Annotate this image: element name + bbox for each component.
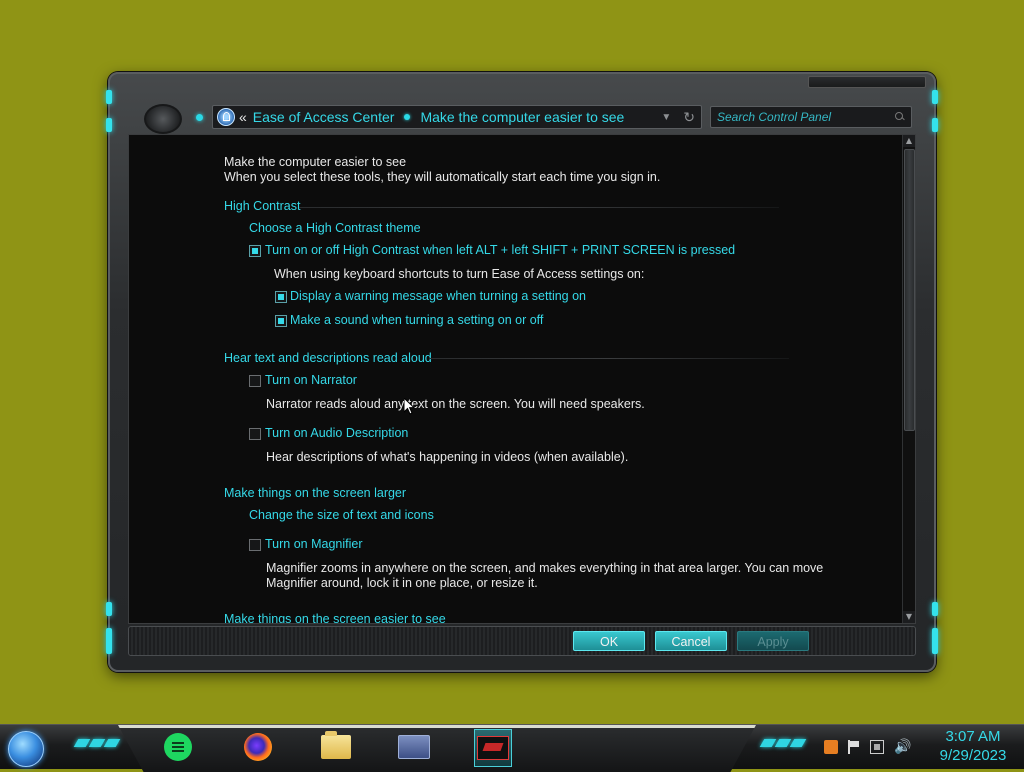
audio-description-label[interactable]: Turn on Audio Description [265,426,408,440]
clock-date: 9/29/2023 [939,747,1007,764]
chevron-down-icon[interactable]: ▼ [661,112,671,123]
page-subtitle: When you select these tools, they will a… [224,170,661,184]
breadcrumb-make-computer-easier-to-see[interactable]: Make the computer easier to see [420,109,624,125]
make-sound-checkbox[interactable] [275,315,287,327]
ok-button[interactable]: OK [573,631,645,651]
clock[interactable]: 3:07 AM 9/29/2023 [930,728,1016,766]
firefox-button[interactable] [240,729,276,765]
rim-accent [106,90,112,104]
nav-dot-icon[interactable] [196,114,203,121]
section-hear-text: Hear text and descriptions read aloud [224,351,432,365]
ease-of-access-icon [477,736,509,760]
clock-time: 3:07 AM [945,728,1001,745]
scroll-down-arrow-icon[interactable]: ▼ [903,611,915,623]
window-orb-icon [144,104,182,134]
section-divider [299,207,779,208]
section-larger: Make things on the screen larger [224,486,407,500]
control-panel-icon [217,108,235,126]
make-sound-label[interactable]: Make a sound when turning a setting on o… [290,313,543,327]
notification-icon[interactable] [824,740,838,754]
taskbar-accent-dots [759,739,807,751]
narrator-label[interactable]: Turn on Narrator [265,373,357,387]
action-center-flag-icon[interactable] [848,740,860,754]
chat-app-icon [164,733,192,761]
high-contrast-shortcut-checkbox[interactable] [249,245,261,257]
taskbar-app-strip [118,725,756,772]
ease-of-access-button[interactable] [474,729,512,767]
title-tab [808,76,926,88]
narrator-checkbox[interactable] [249,375,261,387]
chat-app-button[interactable] [160,729,196,765]
control-panel-button[interactable] [396,729,432,765]
magnifier-label[interactable]: Turn on Magnifier [265,537,363,551]
warning-message-checkbox[interactable] [275,291,287,303]
content-pane: Make the computer easier to see When you… [128,134,916,624]
firefox-icon [244,733,272,761]
taskbar-accent-dots [73,739,121,751]
file-explorer-icon [321,731,351,759]
rim-accent [106,118,112,132]
start-orb-icon[interactable] [8,731,44,767]
apply-button[interactable]: Apply [737,631,809,651]
control-panel-window: « Ease of Access Center Make the compute… [106,72,938,672]
audio-description-checkbox[interactable] [249,428,261,440]
double-chevron-left-icon[interactable]: « [239,109,247,125]
rim-accent [932,118,938,132]
volume-icon[interactable]: 🔊 [894,740,911,754]
page-title: Make the computer easier to see [224,155,407,169]
shortcut-note: When using keyboard shortcuts to turn Ea… [274,267,645,281]
breadcrumb-separator-icon [404,114,411,120]
search-input[interactable] [711,109,895,125]
choose-high-contrast-theme-link[interactable]: Choose a High Contrast theme [249,221,421,235]
section-easier-to-see: Make things on the screen easier to see [224,612,446,624]
system-tray: 🔊 [824,735,911,759]
rim-accent [106,628,112,654]
taskbar: 🔊 3:07 AM 9/29/2023 [0,724,1024,772]
magnifier-checkbox[interactable] [249,539,261,551]
magnifier-description-line-2: Magnifier around, lock it in one place, … [266,576,538,590]
scroll-thumb[interactable] [904,149,915,431]
vertical-scrollbar[interactable]: ▲ ▼ [902,135,915,623]
scroll-up-arrow-icon[interactable]: ▲ [903,135,915,147]
control-panel-icon [398,735,430,759]
search-box[interactable] [710,106,912,128]
audio-description-text: Hear descriptions of what's happening in… [266,450,629,464]
mouse-cursor-icon [404,398,416,415]
file-explorer-button[interactable] [318,729,354,765]
section-high-contrast: High Contrast [224,199,301,213]
refresh-icon[interactable]: ↻ [683,109,695,126]
narrator-description: Narrator reads aloud any text on the scr… [266,397,645,411]
section-divider [429,358,789,359]
high-contrast-shortcut-label[interactable]: Turn on or off High Contrast when left A… [265,243,735,257]
address-bar[interactable]: « Ease of Access Center Make the compute… [212,105,702,129]
network-icon[interactable] [870,740,884,754]
rim-accent [106,602,112,616]
breadcrumb-ease-of-access-center[interactable]: Ease of Access Center [253,109,395,125]
magnifier-description-line-1: Magnifier zooms in anywhere on the scree… [266,561,824,575]
warning-message-label[interactable]: Display a warning message when turning a… [290,289,586,303]
search-icon[interactable] [895,112,905,122]
rim-accent [932,90,938,104]
rim-accent [932,602,938,616]
cancel-button[interactable]: Cancel [655,631,727,651]
change-text-size-link[interactable]: Change the size of text and icons [249,508,434,522]
rim-accent [932,628,938,654]
button-bar: OK Cancel Apply [128,626,916,656]
